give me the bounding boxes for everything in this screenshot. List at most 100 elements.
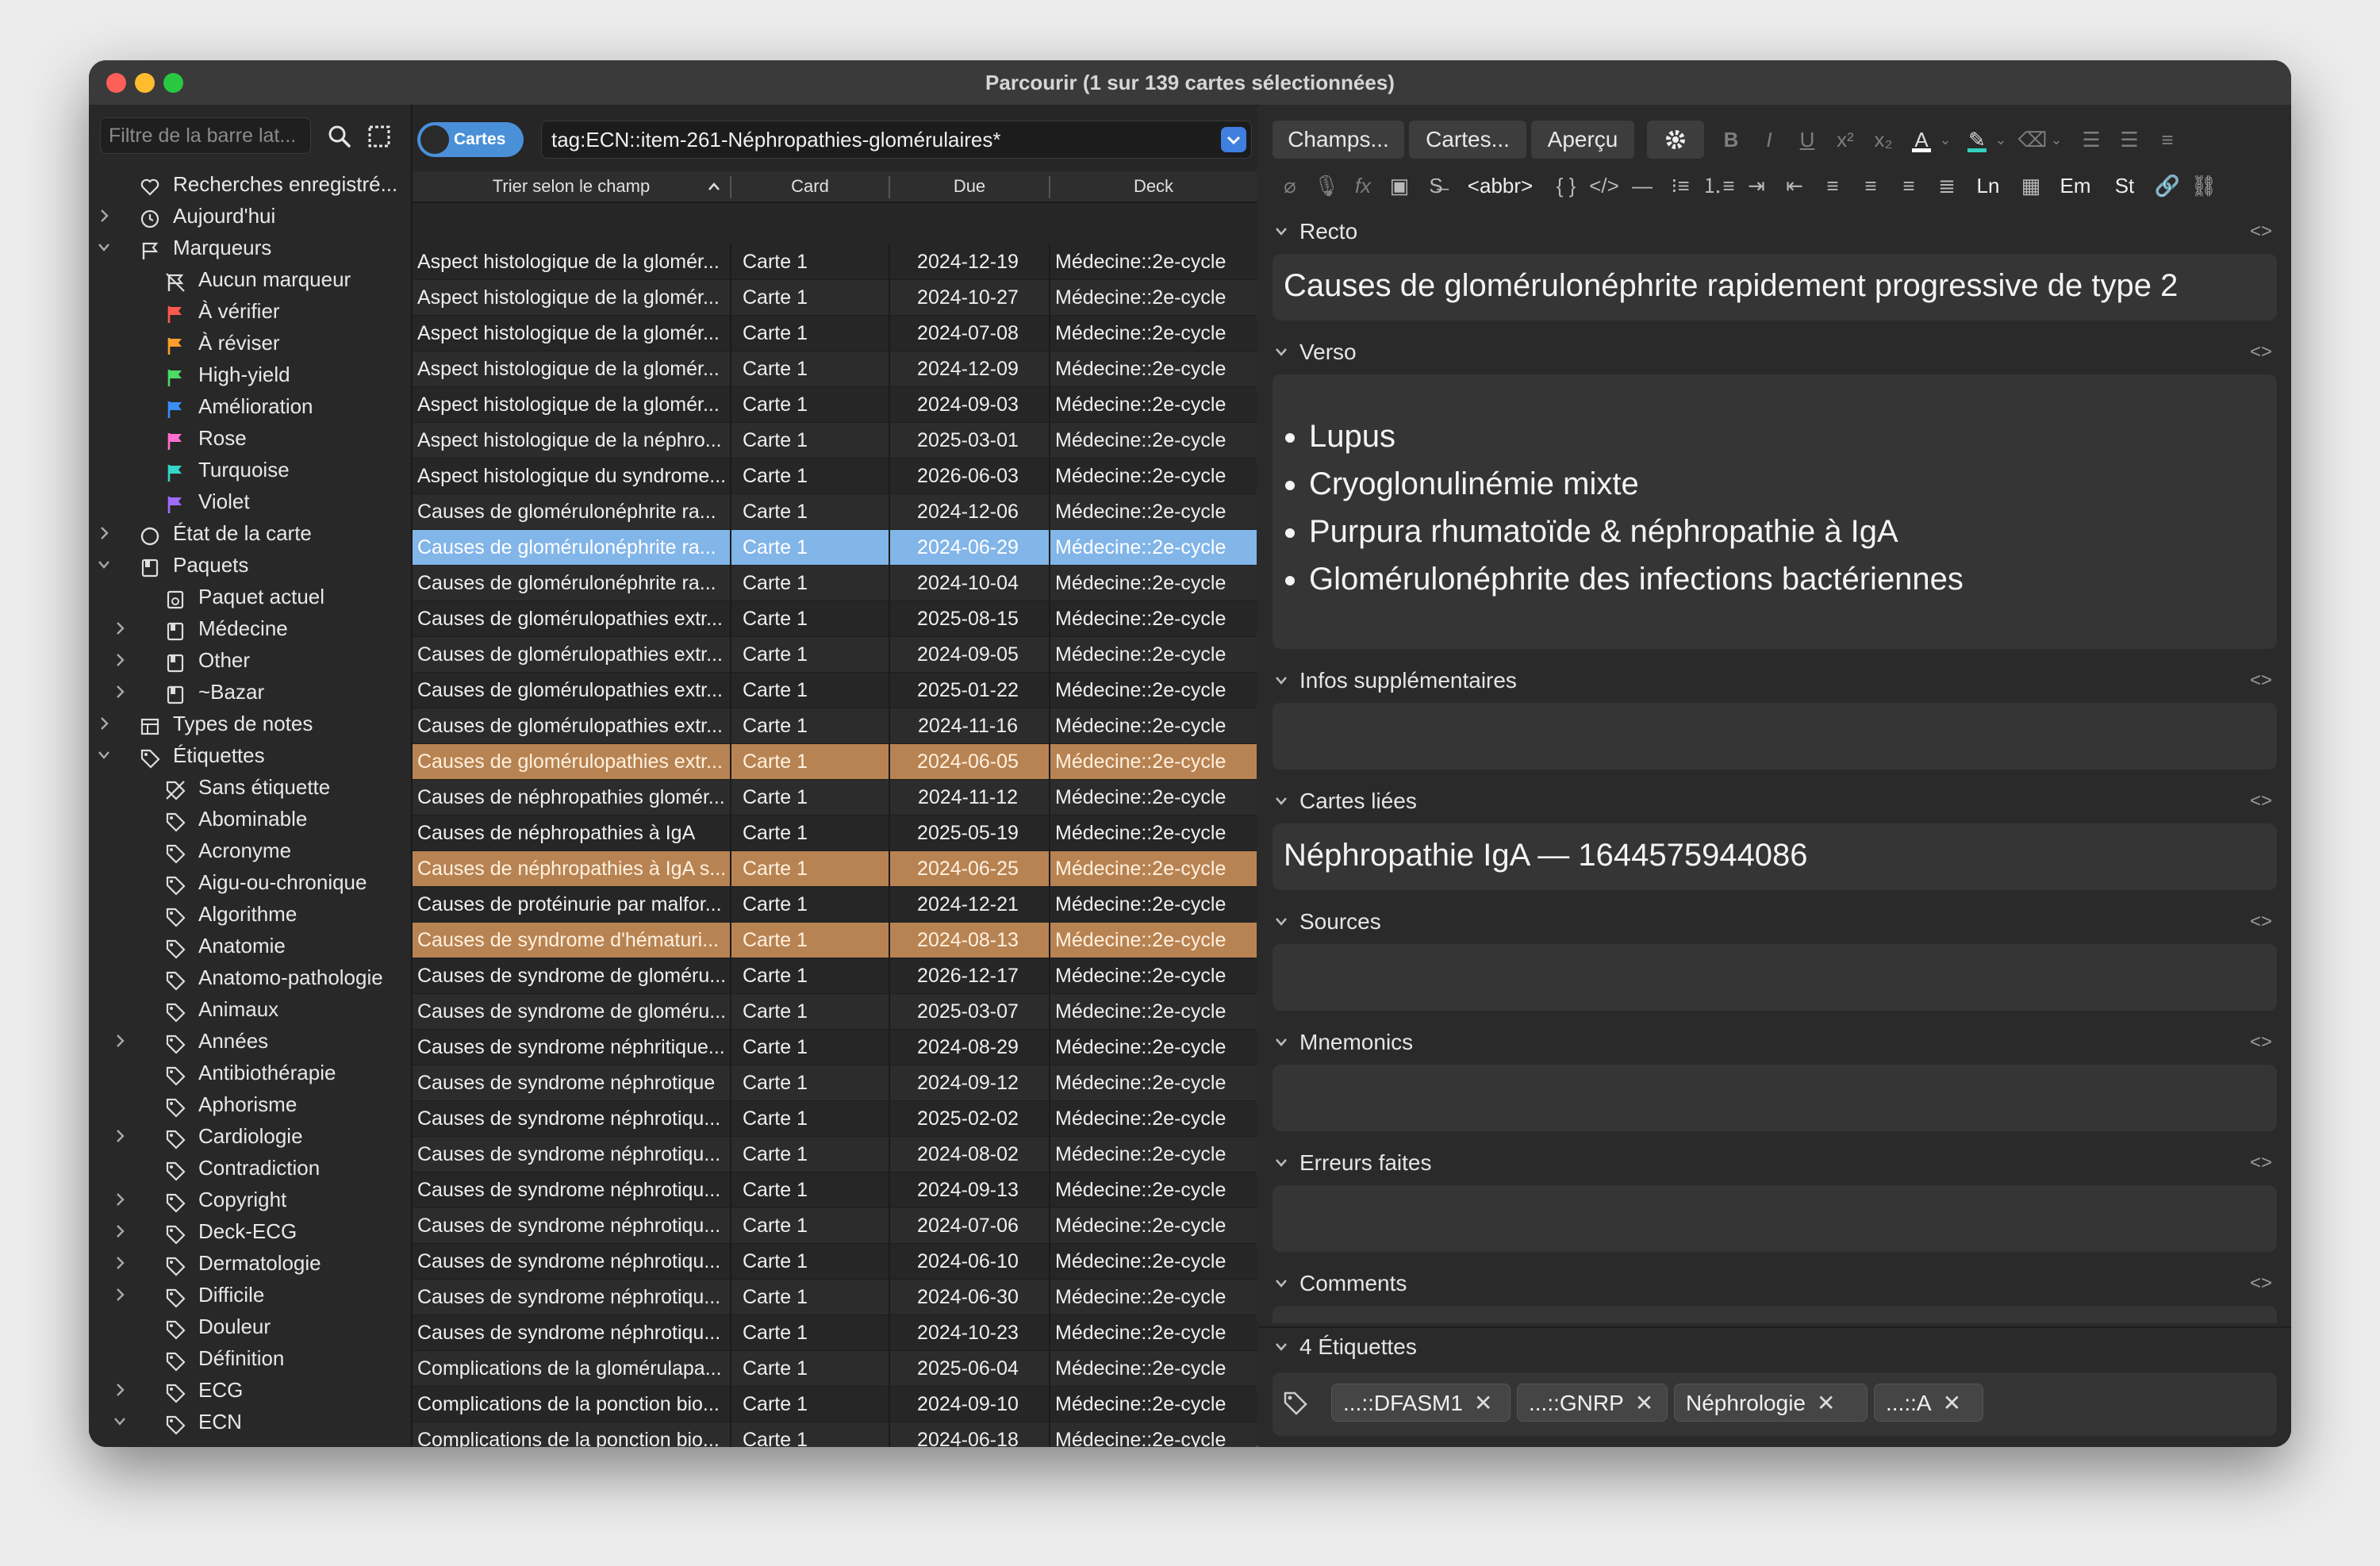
sidebar-item[interactable]: Turquoise — [89, 454, 411, 486]
link-icon[interactable]: 🔗 — [2150, 167, 2185, 205]
sidebar-item[interactable]: Algorithme — [89, 898, 411, 930]
field-header-comments[interactable]: Comments <> — [1258, 1265, 2291, 1303]
html-toggle-icon[interactable]: <> — [2250, 1144, 2272, 1182]
st-button[interactable]: St — [2102, 167, 2147, 205]
field-cartes-liees[interactable]: Néphropathie IgA — 1644575944086 — [1273, 823, 2277, 890]
search-input[interactable]: tag:ECN::item-261-Néphropathies-glomérul… — [541, 121, 1252, 159]
highlight-color-icon[interactable]: ✎ — [1960, 121, 1994, 159]
table-row[interactable]: Aspect histologique de la glomér... Carte… — [413, 351, 1257, 387]
field-mnemonics[interactable] — [1273, 1065, 2277, 1131]
sidebar-item[interactable]: Paquets — [89, 549, 411, 581]
remove-tag-icon[interactable]: ✕ — [1817, 1391, 1835, 1415]
table-row[interactable]: Causes de glomérulonéphrite ra... Carte 1… — [413, 494, 1257, 530]
table-row[interactable]: Causes de protéinurie par malfor... Carte… — [413, 887, 1257, 923]
sidebar-item[interactable]: Anatomie — [89, 930, 411, 961]
chevron-right-icon[interactable] — [97, 517, 113, 549]
chevron-right-icon[interactable] — [97, 200, 113, 232]
table-row[interactable]: Complications de la ponction bio... Carte… — [413, 1387, 1257, 1422]
subscript-icon[interactable]: x₂ — [1866, 121, 1901, 159]
sidebar-item[interactable]: Sans étiquette — [89, 771, 411, 803]
ln-button[interactable]: Ln — [1966, 167, 2010, 205]
em-button[interactable]: Em — [2050, 167, 2101, 205]
field-header-sources[interactable]: Sources <> — [1258, 903, 2291, 941]
formula-icon[interactable]: fx — [1345, 167, 1380, 205]
column-card[interactable]: Card — [731, 171, 889, 202]
image-occlusion-icon[interactable]: ▣ — [1382, 167, 1417, 205]
bullet-list-icon[interactable]: ⁝≡ — [1663, 167, 1698, 205]
remove-tag-icon[interactable]: ✕ — [1635, 1391, 1653, 1415]
table-row[interactable]: Causes de syndrome néphrotiqu... Carte 1 2… — [413, 1244, 1257, 1280]
tag-editor[interactable]: ...::DFASM1 ✕ ...::GNRP ✕ Néphrologie ✕ ...… — [1273, 1372, 2277, 1436]
attachment-icon[interactable]: ⌀ — [1273, 167, 1307, 205]
microphone-icon[interactable]: 🎙 — [1309, 167, 1344, 205]
chevron-down-icon[interactable] — [97, 232, 113, 263]
html-toggle-icon[interactable]: <> — [2250, 1023, 2272, 1061]
align-right-icon[interactable]: ≡ — [1891, 167, 1926, 205]
sidebar-item[interactable]: Antibiothérapie — [89, 1057, 411, 1088]
table-row[interactable]: Causes de syndrome néphrotiqu... Carte 1 2… — [413, 1208, 1257, 1244]
table-row[interactable]: Causes de syndrome néphrotiqu... Carte 1 2… — [413, 1173, 1257, 1208]
table-icon[interactable]: ▦ — [2013, 167, 2048, 205]
table-row[interactable]: Causes de syndrome néphritique... Carte 1… — [413, 1030, 1257, 1065]
html-toggle-icon[interactable]: <> — [2250, 903, 2272, 941]
cards-notes-toggle[interactable]: Cartes — [417, 122, 524, 157]
table-row[interactable]: Causes de néphropathies à IgA Carte 1 2025… — [413, 816, 1257, 851]
sidebar-item[interactable]: Animaux — [89, 993, 411, 1025]
sidebar-item[interactable]: ECG — [89, 1374, 411, 1406]
underline-icon[interactable]: U — [1790, 121, 1825, 159]
table-row[interactable]: Causes de glomérulopathies extr... Carte … — [413, 708, 1257, 744]
sidebar-item[interactable]: Aphorisme — [89, 1088, 411, 1120]
sidebar-item[interactable]: Dermatologie — [89, 1247, 411, 1279]
justify-icon[interactable]: ≣ — [1929, 167, 1964, 205]
table-row[interactable]: Causes de glomérulonéphrite ra... Carte 1… — [413, 566, 1257, 601]
gear-icon[interactable] — [1647, 121, 1704, 159]
field-header-recto[interactable]: Recto <> — [1258, 213, 2291, 251]
chevron-right-icon[interactable] — [113, 1120, 129, 1152]
sidebar-item[interactable]: Contradiction — [89, 1152, 411, 1184]
numbered-list-icon[interactable]: ⒈≡ — [1701, 167, 1736, 205]
sidebar-item[interactable]: Définition — [89, 1342, 411, 1374]
table-row[interactable]: Aspect histologique de la glomér... Carte… — [413, 280, 1257, 316]
html-toggle-icon[interactable]: <> — [2250, 662, 2272, 700]
chevron-down-icon[interactable] — [97, 549, 113, 581]
italic-icon[interactable]: I — [1752, 121, 1787, 159]
chevron-right-icon[interactable] — [113, 1247, 129, 1279]
table-row[interactable]: Causes de glomérulopathies extr... Carte … — [413, 637, 1257, 673]
chevron-right-icon[interactable] — [113, 1184, 129, 1215]
table-row[interactable]: Causes de syndrome néphrotiqu... Carte 1 2… — [413, 1137, 1257, 1173]
table-row[interactable]: Causes de néphropathies glomér... Carte 1… — [413, 780, 1257, 816]
sidebar-item[interactable]: Abominable — [89, 803, 411, 835]
unlink-icon[interactable]: ⛓ — [2186, 167, 2221, 205]
search-icon[interactable] — [324, 121, 355, 152]
chevron-down-icon[interactable] — [1221, 127, 1246, 152]
sidebar-item[interactable]: Cardiologie — [89, 1120, 411, 1152]
table-row[interactable]: Aspect histologique de la néphro... Carte… — [413, 423, 1257, 459]
html-toggle-icon[interactable]: <> — [2250, 213, 2272, 251]
sidebar-item[interactable]: Rose — [89, 422, 411, 454]
field-infos[interactable] — [1273, 703, 2277, 770]
sidebar-item[interactable]: Other — [89, 644, 411, 676]
sidebar-item[interactable]: Amélioration — [89, 390, 411, 422]
field-header-erreurs[interactable]: Erreurs faites <> — [1258, 1144, 2291, 1182]
sidebar-item[interactable]: Acronyme — [89, 835, 411, 866]
tag-chip[interactable]: Néphrologie ✕ — [1674, 1384, 1868, 1422]
remove-tag-icon[interactable]: ✕ — [1474, 1391, 1492, 1415]
sidebar-item[interactable]: Paquet actuel — [89, 581, 411, 612]
sidebar-item[interactable]: Types de notes — [89, 708, 411, 739]
braces-icon[interactable]: { } — [1549, 167, 1583, 205]
chevron-right-icon[interactable] — [113, 612, 129, 644]
column-sort-field[interactable]: Trier selon le champ — [413, 171, 730, 202]
sidebar-filter-input[interactable] — [100, 117, 311, 154]
sidebar-item[interactable]: Douleur — [89, 1311, 411, 1342]
chevron-right-icon[interactable] — [113, 676, 129, 708]
field-header-mnemonics[interactable]: Mnemonics <> — [1258, 1023, 2291, 1061]
field-header-cartes-liees[interactable]: Cartes liées <> — [1258, 782, 2291, 820]
field-comments[interactable] — [1273, 1306, 2277, 1323]
field-header-verso[interactable]: Verso <> — [1258, 333, 2291, 371]
sidebar-item[interactable]: Marqueurs — [89, 232, 411, 263]
field-erreurs[interactable] — [1273, 1185, 2277, 1252]
outdent-icon[interactable]: ⇤ — [1777, 167, 1812, 205]
tag-chip[interactable]: ...::A ✕ — [1874, 1384, 1983, 1422]
sidebar-item[interactable]: ECN — [89, 1406, 411, 1437]
column-due[interactable]: Due — [890, 171, 1049, 202]
